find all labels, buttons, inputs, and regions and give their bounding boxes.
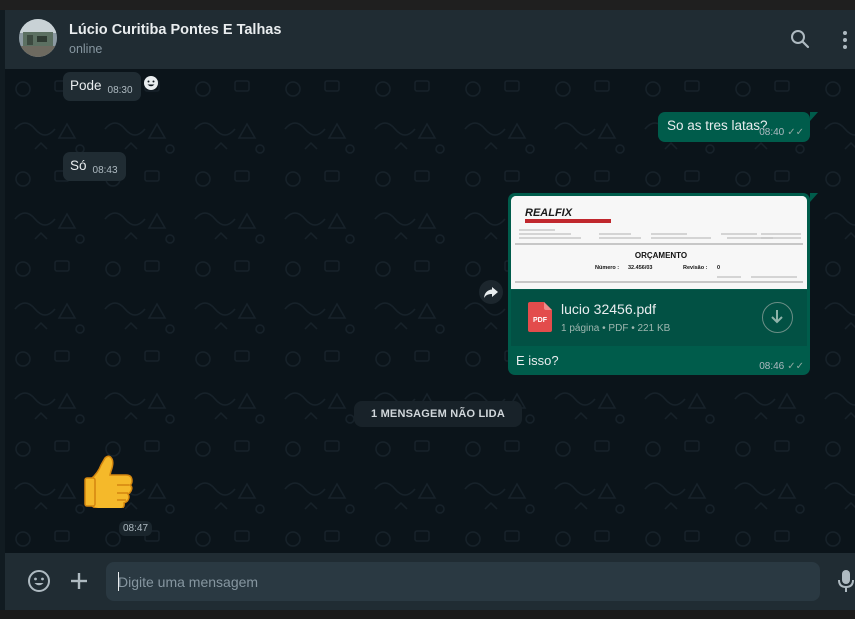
document-revision-label: Revisão : — [683, 265, 708, 271]
document-preview[interactable]: REALFIX ORÇAMENTO Número : 32.456/03 Rev… — [511, 196, 807, 289]
read-receipt-icon: ✓✓ — [787, 127, 804, 138]
plus-icon[interactable] — [67, 569, 91, 593]
message-outgoing-document[interactable]: REALFIX ORÇAMENTO Número : 32.456/03 Rev… — [508, 193, 810, 375]
message-time: 08:40 — [759, 127, 785, 138]
message-time: 08:43 — [92, 165, 118, 176]
unread-divider: 1 MENSAGEM NÃO LIDA — [354, 401, 522, 427]
window-top-edge — [0, 0, 855, 10]
search-icon[interactable] — [789, 28, 811, 50]
file-name: lucio 32456.pdf — [561, 301, 656, 317]
emoji-icon[interactable] — [27, 569, 51, 593]
document-number: 32.456/03 — [628, 265, 652, 271]
kebab-menu-icon[interactable] — [837, 28, 853, 52]
chat-window: Lúcio Curitiba Pontes E Talhas online Po… — [5, 10, 855, 610]
message-time: 08:47 — [119, 521, 153, 536]
message-incoming[interactable]: Só 08:43 — [63, 152, 126, 181]
message-text: Só — [70, 158, 87, 173]
composer-bar — [5, 553, 855, 610]
message-time: 08:30 — [107, 85, 133, 96]
read-receipt-icon: ✓✓ — [787, 361, 804, 372]
thumbs-up-emoji[interactable] — [83, 452, 137, 510]
chat-header[interactable]: Lúcio Curitiba Pontes E Talhas online — [5, 10, 855, 69]
pdf-file-icon: PDF — [528, 302, 552, 332]
message-input[interactable] — [106, 562, 820, 601]
document-number-label: Número : — [595, 265, 619, 271]
message-text: Pode — [70, 78, 102, 93]
text-caret — [118, 572, 119, 591]
contact-name[interactable]: Lúcio Curitiba Pontes E Talhas — [69, 22, 281, 38]
message-meta: 08:46 ✓✓ — [759, 357, 804, 372]
message-list[interactable]: Pode 08:30 So as tres latas? 08:40 ✓✓ Só 08… — [5, 69, 855, 553]
avatar[interactable] — [19, 19, 57, 57]
smiley-reaction-icon[interactable] — [143, 75, 159, 91]
message-meta: 08:40 ✓✓ — [759, 123, 804, 138]
brand-logo: REALFIX — [525, 207, 573, 219]
microphone-icon[interactable] — [837, 569, 855, 593]
document-revision: 0 — [717, 265, 720, 271]
file-meta: 1 página • PDF • 221 KB — [561, 323, 671, 334]
contact-status: online — [69, 42, 103, 56]
download-icon[interactable] — [762, 302, 793, 333]
message-incoming[interactable]: Pode 08:30 — [63, 72, 141, 101]
bubble-tail — [810, 193, 818, 202]
svg-text:PDF: PDF — [533, 317, 548, 324]
document-file-card[interactable]: PDF lucio 32456.pdf 1 página • PDF • 221… — [511, 290, 807, 346]
message-caption: E isso? — [516, 353, 559, 368]
message-time: 08:46 — [759, 361, 785, 372]
forward-icon[interactable] — [479, 280, 503, 304]
window-bottom-edge — [0, 610, 855, 619]
message-text: So as tres latas? — [667, 118, 768, 133]
bubble-tail — [810, 112, 818, 121]
document-title: ORÇAMENTO — [635, 251, 687, 260]
message-outgoing[interactable]: So as tres latas? 08:40 ✓✓ — [658, 112, 810, 142]
